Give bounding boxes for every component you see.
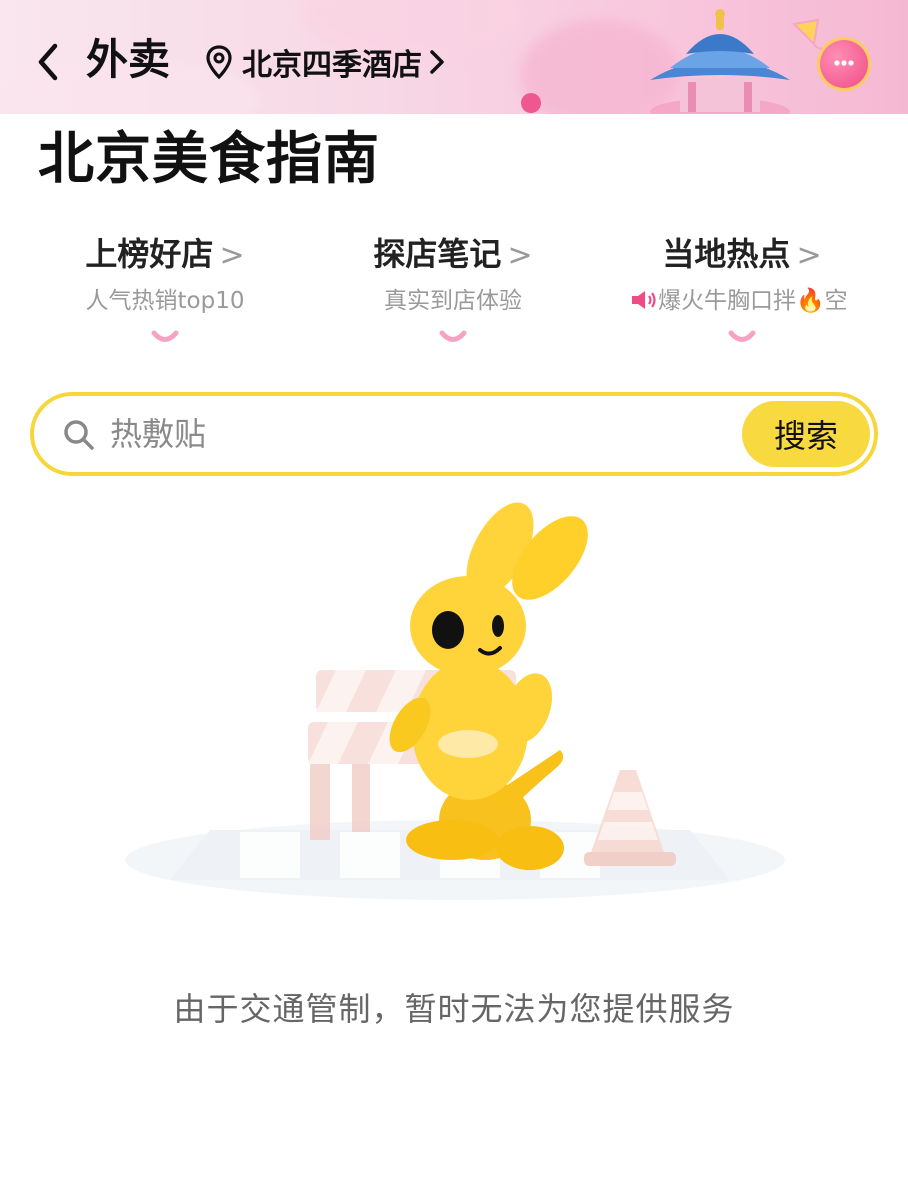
chevron-right-icon: > xyxy=(796,238,822,273)
empty-state-illustration xyxy=(125,502,785,900)
kite-decoration xyxy=(791,18,823,50)
back-button[interactable] xyxy=(28,40,68,84)
map-pin-icon xyxy=(206,45,232,80)
entry-subtitle: 真实到店体验 xyxy=(384,288,522,314)
top-header: 外卖 北京四季酒店 xyxy=(0,0,908,114)
search-bar: 搜索 xyxy=(30,392,878,476)
header-title: 外卖 xyxy=(86,35,171,84)
smile-icon xyxy=(151,330,179,342)
page-title: 北京美食指南 xyxy=(38,127,380,192)
speaker-icon xyxy=(632,291,656,309)
entry-title: 上榜好店 > xyxy=(15,226,315,284)
chat-bubble-icon xyxy=(834,60,854,66)
chevron-right-icon: > xyxy=(507,238,533,273)
entry-subtitle: 人气热销top10 xyxy=(85,288,245,314)
entry-title-text: 当地热点 xyxy=(662,235,791,273)
entry-title-text: 探店笔记 xyxy=(373,235,502,273)
location-selector[interactable]: 北京四季酒店 xyxy=(204,40,446,84)
smile-icon xyxy=(728,330,756,342)
entry-title: 当地热点 > xyxy=(592,226,892,284)
search-icon xyxy=(64,420,94,450)
entry-title-text: 上榜好店 xyxy=(85,235,214,273)
temple-of-heaven-decoration xyxy=(650,9,790,114)
smile-icon xyxy=(439,330,467,342)
search-button[interactable]: 搜索 xyxy=(742,401,870,467)
chevron-left-icon xyxy=(38,43,58,81)
decorative-dot xyxy=(521,93,541,113)
entry-subtitle: 爆火牛胸口拌🔥空 xyxy=(630,284,900,318)
search-input[interactable] xyxy=(110,406,730,462)
chevron-right-icon xyxy=(430,50,444,74)
entry-visit-notes[interactable]: 探店笔记 > 真实到店体验 xyxy=(303,226,603,346)
service-unavailable-message: 由于交通管制，暂时无法为您提供服务 xyxy=(173,990,735,1028)
category-entries: 上榜好店 > 人气热销top10 探店笔记 > 真实到店体验 当地热点 > 爆火牛胸口… xyxy=(0,226,908,356)
entry-title: 探店笔记 > xyxy=(303,226,603,284)
chevron-right-icon: > xyxy=(219,238,245,273)
entry-top-stores[interactable]: 上榜好店 > 人气热销top10 xyxy=(15,226,315,346)
entry-subtitle-text: 爆火牛胸口拌🔥空 xyxy=(658,288,848,314)
message-button[interactable] xyxy=(820,40,868,88)
entry-local-hot[interactable]: 当地热点 > 爆火牛胸口拌🔥空 xyxy=(592,226,892,346)
location-name: 北京四季酒店 xyxy=(242,48,422,83)
